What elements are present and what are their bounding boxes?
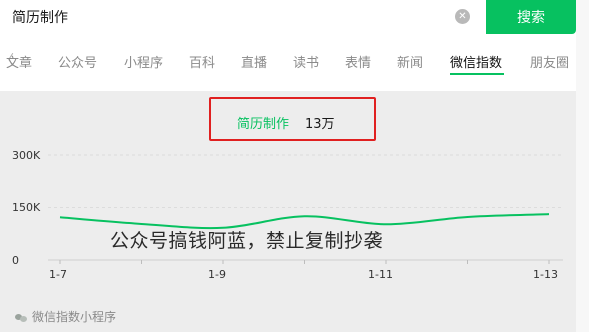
- y-tick-label: 0: [12, 254, 19, 267]
- wechat-search-page: 简历制作 ✕ 搜索 〈 文章 公众号 小程序 百科 直播 读书 表情 新闻 微信…: [0, 0, 589, 332]
- x-tick-label: 1-9: [208, 268, 226, 281]
- y-tick-label: 300K: [12, 149, 41, 162]
- footer-label: 微信指数小程序: [32, 310, 117, 324]
- x-tick-label: 1-11: [368, 268, 393, 281]
- watermark-text: 公众号搞钱阿蓝，禁止复制抄袭: [110, 230, 384, 252]
- footer-source[interactable]: 微信指数小程序: [15, 308, 116, 325]
- y-tick-label: 150K: [12, 201, 41, 214]
- wechat-index-icon: [15, 311, 27, 323]
- x-tick-label: 1-7: [49, 268, 67, 281]
- index-line-chart: [48, 154, 563, 264]
- x-tick-label: 1-13: [533, 268, 558, 281]
